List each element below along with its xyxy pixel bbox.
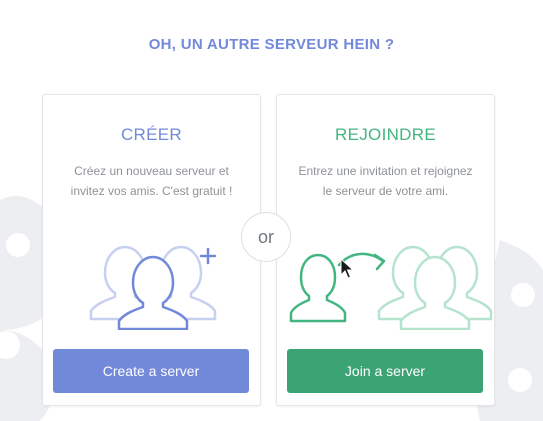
join-server-button[interactable]: Join a server <box>287 349 483 393</box>
create-or-join-server-modal: OH, UN AUTRE SERVEUR HEIN ? CRÉER Créez … <box>0 0 543 421</box>
join-group-icon <box>289 245 493 330</box>
create-description: Créez un nouveau serveur et invitez vos … <box>70 164 233 198</box>
modal-title: OH, UN AUTRE SERVEUR HEIN ? <box>148 36 395 53</box>
mouse-cursor-icon <box>340 258 354 279</box>
join-server-card: REJOINDRE Entrez une invitation et rejoi… <box>276 94 495 406</box>
create-server-button[interactable]: Create a server <box>53 349 249 393</box>
group-add-icon <box>89 245 217 330</box>
create-server-card: CRÉER Créez un nouveau serveur et invite… <box>42 94 261 406</box>
join-heading: REJOINDRE <box>335 125 436 144</box>
create-heading: CRÉER <box>120 125 182 144</box>
join-description: Entrez une invitation et rejoignez le se… <box>298 164 473 198</box>
or-divider: or <box>241 212 291 262</box>
